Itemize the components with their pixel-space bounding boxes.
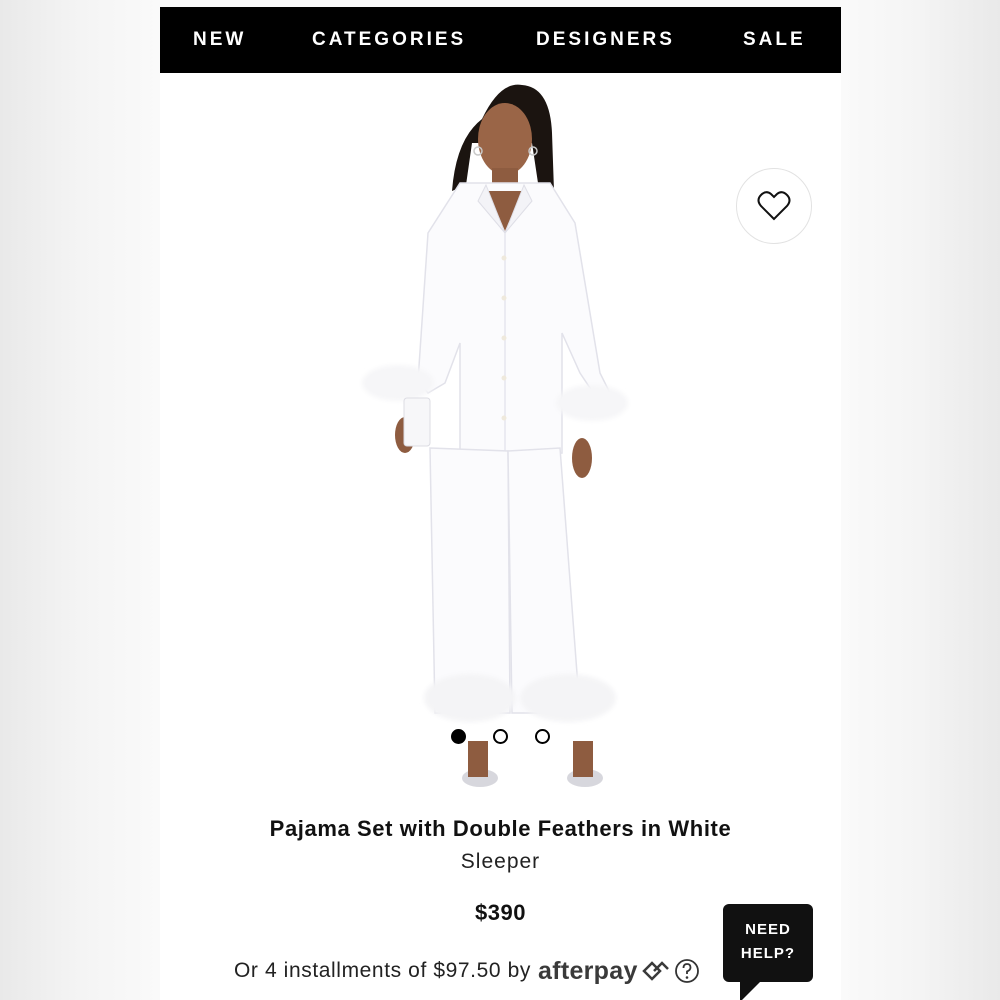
product-title: Pajama Set with Double Feathers in White xyxy=(269,816,732,841)
question-mark-icon[interactable] xyxy=(674,958,700,984)
need-help-button[interactable]: NEED HELP? xyxy=(723,904,813,982)
wishlist-button[interactable] xyxy=(736,168,812,244)
carousel-dot-2[interactable] xyxy=(493,729,508,744)
carousel-dot-1[interactable] xyxy=(451,729,466,744)
need-help-line-2: HELP? xyxy=(740,945,796,962)
nav-item-sale[interactable]: SALE xyxy=(743,7,806,73)
model-wearing-pajama-set xyxy=(362,84,628,787)
need-help-bubble-tail xyxy=(740,980,762,1000)
product-brand-link[interactable]: Sleeper xyxy=(160,850,841,874)
need-help-line-1: NEED xyxy=(745,921,791,938)
nav-item-new[interactable]: NEW xyxy=(193,7,246,73)
afterpay-arrows-icon xyxy=(641,961,669,981)
nav-item-categories[interactable]: CATEGORIES xyxy=(312,7,466,73)
nav-item-designers[interactable]: DESIGNERS xyxy=(536,7,675,73)
carousel-indicators xyxy=(160,729,841,745)
top-navigation: NEW CATEGORIES DESIGNERS SALE xyxy=(160,7,841,73)
installments-text: Or 4 installments of $97.50 by xyxy=(234,959,531,982)
afterpay-logo: afterpay xyxy=(537,956,638,985)
carousel-dot-3[interactable] xyxy=(535,729,550,744)
product-image[interactable] xyxy=(160,73,841,803)
mobile-page: NEW CATEGORIES DESIGNERS SALE Pajama Set… xyxy=(160,7,841,1000)
heart-icon xyxy=(757,191,791,221)
installments-info: Or 4 installments of $97.50 by afterpay xyxy=(234,956,700,986)
